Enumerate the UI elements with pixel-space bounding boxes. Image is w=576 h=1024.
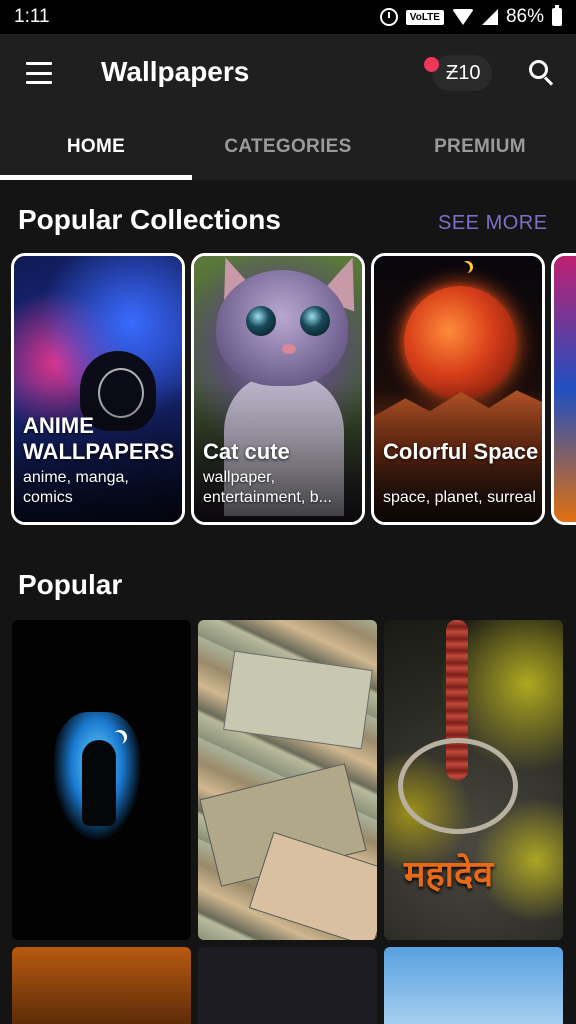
menu-icon[interactable] (26, 62, 52, 84)
wallpaper-tile[interactable]: महादेव (384, 620, 563, 940)
tab-categories[interactable]: CATEGORIES (192, 114, 384, 180)
collection-card-cat[interactable]: Cat cute wallpaper, entertainment, b... (191, 253, 365, 525)
status-bar: 1:11 VoLTE 86% (0, 0, 576, 34)
wallpaper-tile[interactable] (12, 620, 191, 940)
collection-title: ANIME WALLPAPERS (23, 413, 175, 464)
partial-thumbnail (554, 256, 576, 522)
app-title: Wallpapers (101, 56, 250, 87)
collection-title: Colorful Space (383, 438, 539, 464)
collection-tags: space, planet, surreal (383, 489, 536, 506)
wallpaper-tile[interactable] (384, 947, 563, 1024)
wallpaper-overlay-text: महादेव (404, 853, 494, 895)
collections-carousel[interactable]: ANIME WALLPAPERS anime, manga, comics Ca… (0, 253, 576, 525)
tab-home[interactable]: HOME (0, 114, 192, 180)
collection-card-space[interactable]: Colorful Space space, planet, surreal (371, 253, 545, 525)
status-time: 1:11 (14, 6, 50, 27)
search-icon[interactable] (529, 60, 555, 86)
alarm-icon (379, 8, 398, 26)
wifi-icon (451, 9, 474, 25)
coins-balance-button[interactable]: Ƶ10 (432, 55, 493, 91)
collection-card-partial[interactable] (551, 253, 576, 525)
wallpaper-tile[interactable] (12, 947, 191, 1024)
app-bar: Wallpapers Ƶ10 (0, 34, 576, 114)
wallpaper-tile[interactable] (198, 620, 377, 940)
battery-icon (552, 5, 562, 26)
status-icons: VoLTE 86% (379, 5, 562, 28)
volte-badge: VoLTE (405, 9, 444, 25)
tab-premium[interactable]: PREMIUM (384, 114, 576, 180)
tab-bar: HOME CATEGORIES PREMIUM (0, 114, 576, 180)
collection-card-anime[interactable]: ANIME WALLPAPERS anime, manga, comics (11, 253, 185, 525)
collections-title: Popular Collections (18, 204, 281, 235)
battery-percent: 86% (505, 6, 544, 27)
collection-tags: wallpaper, entertainment, b... (203, 469, 332, 506)
signal-icon (481, 9, 498, 25)
see-more-link[interactable]: SEE MORE (438, 212, 548, 235)
collection-tags: anime, manga, comics (23, 469, 129, 506)
notification-dot (424, 57, 439, 72)
popular-title: Popular (18, 569, 123, 600)
collection-title: Cat cute (203, 438, 290, 464)
wallpaper-tile[interactable] (198, 947, 377, 1024)
popular-grid: महादेव (12, 620, 565, 1024)
